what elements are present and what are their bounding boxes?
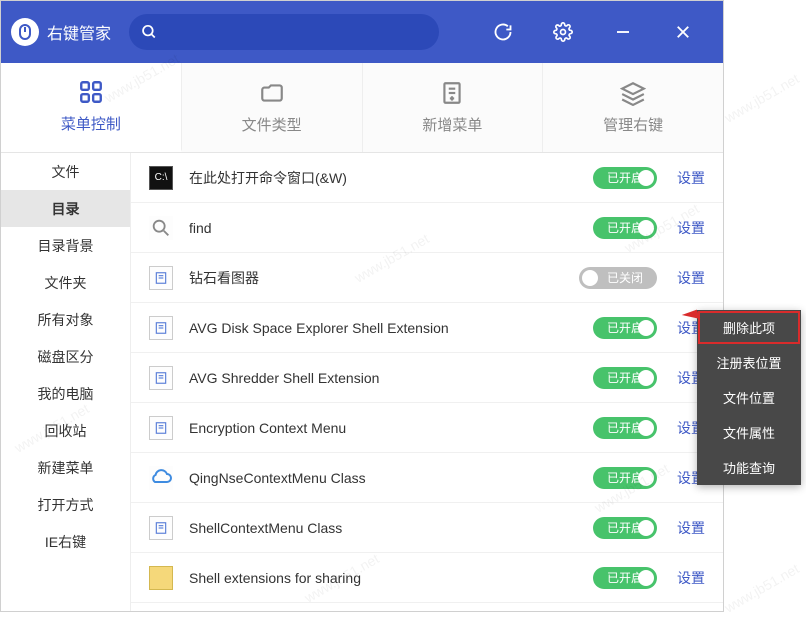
refresh-button[interactable] [483, 12, 523, 52]
document-icon [149, 266, 173, 290]
titlebar-actions [483, 12, 713, 52]
close-icon [674, 23, 692, 41]
cmd-icon: C:\ [149, 166, 173, 190]
app-logo-icon [11, 18, 39, 46]
magnifier-icon [149, 216, 173, 240]
tab-label: 管理右键 [603, 114, 663, 135]
list-row: AVG Disk Space Explorer Shell Extension已… [131, 303, 723, 353]
cloud-icon [149, 466, 173, 490]
row-label: AVG Disk Space Explorer Shell Extension [189, 320, 593, 336]
search-icon [141, 23, 158, 41]
context-menu-item[interactable]: 删除此项 [697, 310, 801, 345]
content-area: 文件目录目录背景文件夹所有对象磁盘区分我的电脑回收站新建菜单打开方式IE右键 C… [1, 153, 723, 611]
status-badge[interactable]: 已开启 [593, 167, 657, 189]
document-icon [149, 366, 173, 390]
tab-label: 新增菜单 [422, 114, 482, 135]
status-badge[interactable]: 已关闭 [579, 267, 657, 289]
close-button[interactable] [663, 12, 703, 52]
row-label: Shell extensions for sharing [189, 570, 593, 586]
context-menu-item[interactable]: 功能查询 [697, 450, 801, 485]
gear-icon [553, 22, 573, 42]
row-settings-link[interactable]: 设置 [677, 518, 705, 538]
tab-menu-control[interactable]: 菜单控制 [1, 63, 182, 152]
folder-icon [259, 80, 285, 106]
list-row: QingNseContextMenu Class已开启设置 [131, 453, 723, 503]
main-list: C:\在此处打开命令窗口(&W)已开启设置find已开启设置钻石看图器已关闭设置… [131, 153, 723, 611]
row-label: ShellContextMenu Class [189, 520, 593, 536]
refresh-icon [493, 22, 513, 42]
row-label: Encryption Context Menu [189, 420, 593, 436]
list-row: C:\ 在此处打开命令窗口(&W)已开启设置 [131, 153, 723, 203]
search-box[interactable] [129, 14, 439, 50]
watermark: www.jb51.net [722, 70, 802, 125]
status-badge[interactable]: 已开启 [593, 367, 657, 389]
titlebar: 右键管家 [1, 1, 723, 63]
tab-label: 菜单控制 [61, 113, 121, 134]
sidebar-item[interactable]: 打开方式 [1, 486, 130, 523]
list-row: find已开启设置 [131, 203, 723, 253]
context-menu-item[interactable]: 文件位置 [697, 380, 801, 415]
row-label: 在此处打开命令窗口(&W) [189, 168, 593, 188]
sidebar-item[interactable]: 文件 [1, 153, 130, 190]
tab-file-type[interactable]: 文件类型 [182, 63, 363, 152]
row-settings-link[interactable]: 设置 [677, 218, 705, 238]
sidebar-item[interactable]: 磁盘区分 [1, 338, 130, 375]
sidebar-item[interactable]: 目录背景 [1, 227, 130, 264]
tab-new-menu[interactable]: 新增菜单 [363, 63, 544, 152]
row-settings-link[interactable]: 设置 [677, 568, 705, 588]
status-badge[interactable]: 已开启 [593, 467, 657, 489]
list-row: AVG Shredder Shell Extension已开启设置 [131, 353, 723, 403]
status-badge[interactable]: 已开启 [593, 567, 657, 589]
main-tabs: 菜单控制 文件类型 新增菜单 管理右键 [1, 63, 723, 153]
row-settings-link[interactable]: 设置 [677, 268, 705, 288]
list-row: Encryption Context Menu已开启设置 [131, 403, 723, 453]
document-icon [149, 316, 173, 340]
document-icon [149, 416, 173, 440]
folder-icon [149, 566, 173, 590]
context-menu-item[interactable]: 注册表位置 [697, 345, 801, 380]
app-window: 右键管家 菜单控制 文件类型 [0, 0, 724, 612]
sidebar-item[interactable]: 新建菜单 [1, 449, 130, 486]
sidebar-item[interactable]: 所有对象 [1, 301, 130, 338]
row-label: find [189, 220, 593, 236]
sidebar-item[interactable]: 目录 [1, 190, 130, 227]
grid-icon [78, 79, 104, 105]
settings-button[interactable] [543, 12, 583, 52]
sidebar-item[interactable]: 回收站 [1, 412, 130, 449]
context-menu-item[interactable]: 文件属性 [697, 415, 801, 450]
minimize-button[interactable] [603, 12, 643, 52]
app-title: 右键管家 [47, 20, 111, 44]
sidebar-item[interactable]: 我的电脑 [1, 375, 130, 412]
sidebar-item[interactable]: 文件夹 [1, 264, 130, 301]
tab-label: 文件类型 [242, 114, 302, 135]
status-badge[interactable]: 已开启 [593, 417, 657, 439]
row-label: 钻石看图器 [189, 268, 579, 288]
layers-icon [620, 80, 646, 106]
document-icon [149, 516, 173, 540]
minimize-icon [614, 23, 632, 41]
search-input[interactable] [166, 25, 439, 40]
sidebar-item[interactable]: IE右键 [1, 523, 130, 560]
status-badge[interactable]: 已开启 [593, 217, 657, 239]
status-badge[interactable]: 已开启 [593, 317, 657, 339]
status-badge[interactable]: 已开启 [593, 517, 657, 539]
context-menu: 删除此项注册表位置文件位置文件属性功能查询 [697, 310, 801, 485]
row-label: QingNseContextMenu Class [189, 470, 593, 486]
sidebar: 文件目录目录背景文件夹所有对象磁盘区分我的电脑回收站新建菜单打开方式IE右键 [1, 153, 131, 611]
list-row: Shell extensions for sharing已开启设置 [131, 553, 723, 603]
row-settings-link[interactable]: 设置 [677, 168, 705, 188]
list-row: ShellContextMenu Class已开启设置 [131, 503, 723, 553]
add-file-icon [439, 80, 465, 106]
watermark: www.jb51.net [722, 560, 802, 615]
list-row: 钻石看图器已关闭设置 [131, 253, 723, 303]
tab-manage-rightclick[interactable]: 管理右键 [543, 63, 723, 152]
row-label: AVG Shredder Shell Extension [189, 370, 593, 386]
